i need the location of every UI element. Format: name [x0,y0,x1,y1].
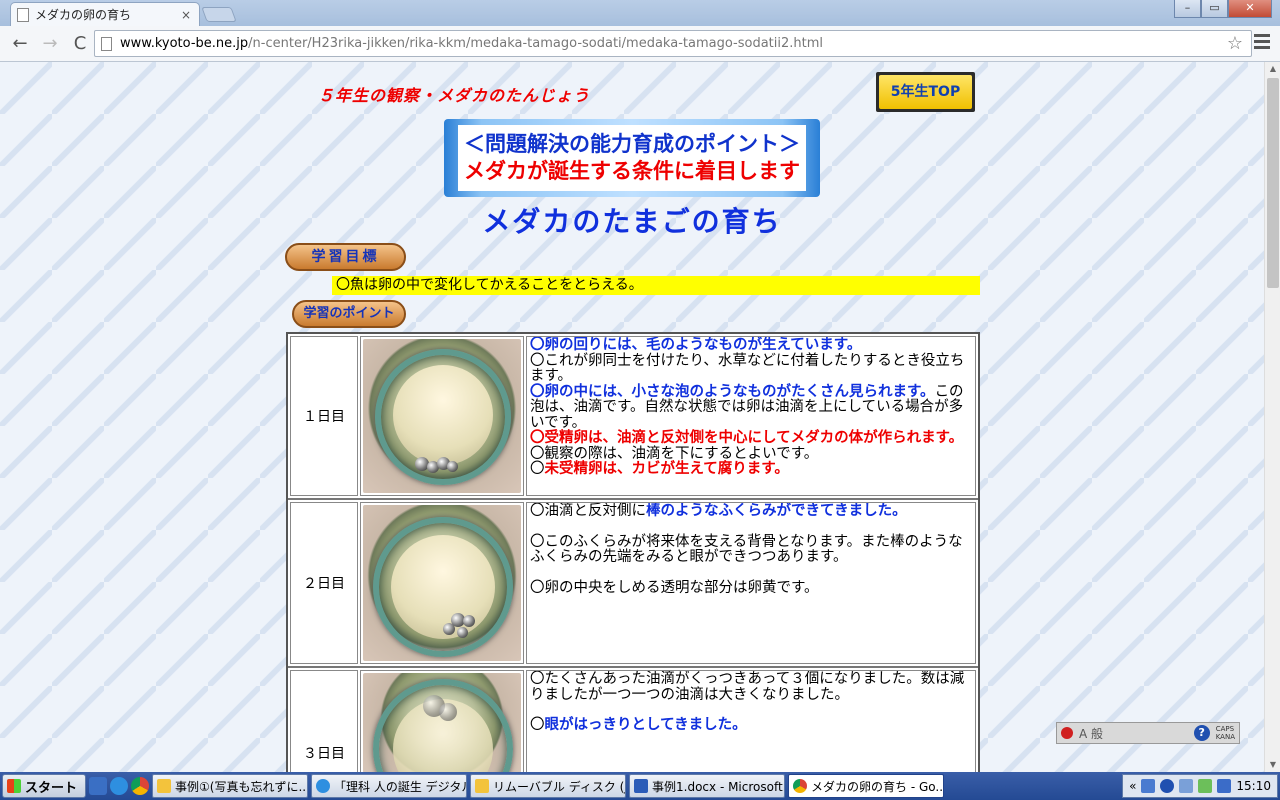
clock: 15:10 [1236,779,1271,793]
network-icon[interactable] [1141,779,1156,793]
taskbar-item[interactable]: 「理科 人の誕生 デジタル... [311,774,468,798]
learning-goal-text: 〇魚は卵の中で変化してかえることをとらえる。 [332,276,980,295]
day2-description: 〇油滴と反対側に棒のようなふくらみができてきました。 〇このふくらみが将来体を支… [526,502,976,664]
chrome-icon [793,779,808,793]
chrome-icon[interactable] [131,777,150,795]
folder-icon [475,779,490,793]
new-tab-button[interactable] [201,7,237,22]
show-desktop-icon[interactable] [89,777,108,795]
ime-language-bar[interactable]: A 般 ? CAPS KANA [1056,722,1240,744]
point-banner-heading: ＜問題解決の能力育成のポイント＞ [464,132,800,156]
start-button[interactable]: スタート [2,774,87,798]
page-icon [101,36,112,51]
day-label: ２日目 [290,502,358,664]
egg-photo-day1 [360,336,524,496]
internet-explorer-icon[interactable] [110,777,129,795]
bookmark-star-icon[interactable]: ☆ [1225,33,1245,54]
point-banner: ＜問題解決の能力育成のポイント＞ メダカが誕生する条件に着目します [444,119,820,197]
table-row: ２日目 〇油滴と反対側に棒のようなふくらみができてきました。 〇このふくらみが将… [288,500,978,668]
learning-points-label: 学習のポイント [292,300,406,328]
volume-icon[interactable] [1217,779,1232,793]
maximize-button[interactable]: ▭ [1201,0,1228,18]
tray-expand-icon[interactable]: « [1129,779,1136,793]
page-viewport: ５年生の観察・メダカのたんじょう 5年生TOP ＜問題解決の能力育成のポイント＞… [0,62,1264,772]
table-row: ３日目 〇たくさんあった油滴がくっつきあって３個になりました。数は減りましたが一… [288,668,978,772]
back-button[interactable]: ← [6,30,34,58]
egg-photo-day2 [360,502,524,664]
folder-icon [157,779,172,793]
minimize-button[interactable]: – [1174,0,1201,18]
learning-goal-label: 学習目標 [285,243,406,271]
egg-photo-day3 [360,670,524,772]
scroll-thumb[interactable] [1267,78,1279,288]
tab-title: メダカの卵の育ち [35,8,132,22]
browser-toolbar: ← → C www.kyoto-be.ne.jp/n-center/H23rik… [0,26,1280,62]
taskbar-item[interactable]: 事例①(写真も忘れずに... [152,774,309,798]
ime-input-mode[interactable]: A 般 [1079,725,1103,742]
scroll-up-arrow-icon[interactable]: ▲ [1265,62,1280,76]
internet-explorer-icon [316,779,331,793]
safely-remove-icon[interactable] [1198,779,1213,793]
grade5-top-button[interactable]: 5年生TOP [876,72,975,112]
table-row: １日目 〇卵の回りには、毛のようなものが生えています。 〇これが卵同士を付けたり… [288,334,978,500]
close-window-button[interactable]: ✕ [1228,0,1272,18]
vertical-scrollbar[interactable]: ▲ ▼ [1264,62,1280,772]
address-bar[interactable]: www.kyoto-be.ne.jp/n-center/H23rika-jikk… [94,30,1252,57]
taskbar-item[interactable]: リムーバブル ディスク (J:) [470,774,627,798]
title-bar: メダカの卵の育ち × – ▭ ✕ [0,0,1280,26]
page-subtitle: ５年生の観察・メダカのたんじょう [318,86,591,105]
url-text[interactable]: www.kyoto-be.ne.jp/n-center/H23rika-jikk… [120,36,1225,51]
page-favicon-icon [17,7,29,22]
forward-button[interactable]: → [36,30,64,58]
ime-caps-kana[interactable]: CAPS KANA [1216,725,1235,741]
ime-help-icon[interactable]: ? [1193,725,1210,741]
ime-logo-icon[interactable] [1061,727,1073,739]
window-controls: – ▭ ✕ [1174,0,1272,18]
system-tray: « 15:10 [1122,774,1278,798]
chrome-menu-icon[interactable] [1254,34,1270,50]
day1-description: 〇卵の回りには、毛のようなものが生えています。 〇これが卵同士を付けたり、水草な… [526,336,976,496]
reload-button[interactable]: C [66,30,94,58]
taskbar-item[interactable]: 事例1.docx - Microsoft ... [629,774,786,798]
ime-tray-icon[interactable] [1160,779,1175,793]
display-icon[interactable] [1179,779,1194,793]
scroll-down-arrow-icon[interactable]: ▼ [1265,758,1280,772]
taskbar-item[interactable]: メダカの卵の育ち - Go... [788,774,945,798]
observation-table: １日目 〇卵の回りには、毛のようなものが生えています。 〇これが卵同士を付けたり… [286,332,980,772]
windows-logo-icon [7,779,21,793]
day-label: １日目 [290,336,358,496]
word-document-icon [634,779,649,793]
browser-tab[interactable]: メダカの卵の育ち × [10,2,200,26]
point-banner-text: メダカが誕生する条件に着目します [464,159,800,183]
windows-taskbar: スタート 事例①(写真も忘れずに... 「理科 人の誕生 デジタル... リムー… [0,772,1280,800]
day-label: ３日目 [290,670,358,772]
day3-description: 〇たくさんあった油滴がくっつきあって３個になりました。数は減りましたが一つ一つの… [526,670,976,772]
tab-close-icon[interactable]: × [179,8,193,22]
page-title: メダカのたまごの育ち [482,205,782,238]
